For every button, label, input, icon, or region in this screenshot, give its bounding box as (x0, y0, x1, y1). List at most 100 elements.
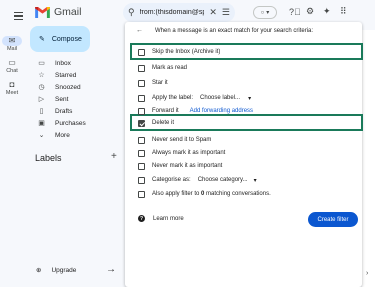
also-apply-checkbox[interactable] (138, 190, 145, 198)
option-skip-inbox[interactable]: Skip the Inbox (Archive it) (138, 47, 220, 57)
matching-count: 0 (201, 191, 205, 197)
back-arrow-icon[interactable]: ← (136, 27, 143, 34)
option-label: Also apply filter to 0 matching conversa… (152, 191, 271, 197)
category-select[interactable]: Choose category... ▾ (198, 177, 257, 184)
rail-item-chat[interactable]: ▭ Chat (0, 58, 24, 74)
help-icon[interactable]: ?⃝ (289, 7, 301, 17)
learn-more-link[interactable]: Learn more (153, 216, 184, 222)
dropdown-arrow-icon: ▾ (253, 177, 257, 184)
app-name: Gmail (54, 6, 82, 18)
clear-search-icon[interactable]: ✕ (209, 7, 217, 18)
filter-panel-header: ← When a message is an exact match for y… (136, 27, 313, 34)
option-categorise[interactable]: Categorise as: Choose category... ▾ (138, 175, 257, 185)
draft-icon: ▯ (39, 108, 44, 115)
menu-line (13, 19, 23, 21)
gemini-sparkle-icon[interactable]: ✦ (323, 6, 331, 17)
option-label: Apply the label: (152, 95, 194, 101)
help-circle-icon: ? (138, 215, 145, 222)
option-label: Mark as read (152, 65, 188, 71)
categorise-checkbox[interactable] (138, 176, 145, 184)
inbox-icon: ▭ (38, 60, 45, 67)
nav-item-starred[interactable]: ☆ Starred (38, 69, 76, 81)
mail-icon: ✉ (2, 36, 22, 46)
compose-button[interactable]: ✎ Compose (30, 26, 90, 52)
nav-item-more[interactable]: ⌄ More (38, 129, 70, 141)
rail-item-meet[interactable]: ◘ Meet (0, 80, 24, 96)
option-label: Always mark it as important (152, 150, 226, 156)
delete-checkbox[interactable] (138, 119, 145, 127)
always-important-checkbox[interactable] (138, 149, 145, 157)
clock-icon: ◷ (38, 84, 45, 91)
star-checkbox[interactable] (138, 79, 145, 87)
chevron-down-icon: ▾ (266, 10, 270, 16)
option-mark-read[interactable]: Mark as read (138, 63, 187, 73)
nav-label: Sent (55, 95, 69, 103)
option-apply-label[interactable]: Apply the label: Choose label... ▾ (138, 93, 251, 103)
main-menu-button[interactable] (6, 4, 30, 28)
nav-item-inbox[interactable]: ▭ Inbox (38, 57, 71, 69)
skip-inbox-checkbox[interactable] (138, 48, 145, 56)
category-select-value: Choose category... (197, 177, 248, 183)
option-delete[interactable]: Delete it (138, 118, 174, 128)
menu-line (13, 15, 23, 17)
mark-read-checkbox[interactable] (138, 64, 145, 72)
label-select-value: Choose label... (200, 95, 241, 101)
nav-label: Snoozed (55, 83, 81, 91)
nav-item-snoozed[interactable]: ◷ Snoozed (38, 81, 81, 93)
label-select[interactable]: Choose label... ▾ (200, 95, 251, 102)
search-icon[interactable]: ⚲ (128, 7, 135, 18)
learn-more-row[interactable]: ? Learn more (138, 215, 184, 222)
never-important-checkbox[interactable] (138, 162, 145, 170)
option-forward[interactable]: Forward it Add forwarding address (138, 106, 253, 116)
nav-label: More (55, 131, 70, 139)
also-apply-post: matching conversations. (206, 191, 271, 197)
forward-checkbox[interactable] (138, 107, 145, 115)
nav-label: Inbox (55, 59, 71, 67)
option-star[interactable]: Star it (138, 78, 168, 88)
arrow-right-icon[interactable]: → (106, 264, 116, 275)
search-bar[interactable]: ⚲ from:(thisdomain@span ✕ ☰ (123, 3, 235, 22)
create-filter-button[interactable]: Create filter (308, 212, 358, 227)
dropdown-arrow-icon: ▾ (248, 95, 252, 102)
pencil-icon: ✎ (39, 36, 45, 43)
apply-label-checkbox[interactable] (138, 94, 145, 102)
rail-label: Chat (6, 68, 18, 74)
chevron-down-icon: ⌄ (38, 132, 45, 139)
search-input[interactable]: from:(thisdomain@span (140, 9, 205, 16)
nav-item-drafts[interactable]: ▯ Drafts (38, 105, 73, 117)
option-label: Never mark it as important (152, 163, 223, 169)
meet-icon: ◘ (9, 80, 15, 89)
search-options-icon[interactable]: ☰ (222, 7, 230, 18)
add-label-icon[interactable]: + (111, 151, 117, 162)
nav-label: Drafts (55, 107, 73, 115)
option-label: Delete it (152, 120, 175, 126)
option-label: Forward it (152, 108, 179, 114)
send-icon: ▷ (38, 96, 45, 103)
chat-icon: ▭ (8, 58, 16, 67)
status-circle-icon: ○ (260, 9, 265, 16)
option-always-important[interactable]: Always mark it as important (138, 148, 225, 158)
compose-label: Compose (51, 35, 82, 43)
upgrade-button[interactable]: ⊕ Upgrade (36, 266, 76, 275)
nav-item-purchases[interactable]: ▣ Purchases (38, 117, 86, 129)
option-never-spam[interactable]: Never send it to Spam (138, 135, 211, 145)
chevron-right-icon[interactable]: › (366, 270, 368, 277)
add-forwarding-address-link[interactable]: Add forwarding address (190, 108, 253, 114)
upgrade-icon: ⊕ (36, 267, 42, 274)
option-label: Never send it to Spam (152, 137, 212, 143)
never-spam-checkbox[interactable] (138, 136, 145, 144)
nav-item-sent[interactable]: ▷ Sent (38, 93, 69, 105)
settings-gear-icon[interactable]: ⚙ (306, 6, 314, 17)
option-also-apply[interactable]: Also apply filter to 0 matching conversa… (138, 189, 271, 199)
side-panel-edge (362, 30, 375, 287)
gmail-logo[interactable]: Gmail (35, 6, 81, 18)
filter-header-text: When a message is an exact match for you… (155, 27, 314, 34)
option-label: Skip the Inbox (Archive it) (152, 49, 221, 55)
option-never-important[interactable]: Never mark it as important (138, 161, 222, 171)
apps-grid-icon[interactable]: ⠿ (340, 6, 347, 17)
nav-label: Starred (55, 71, 77, 79)
status-selector[interactable]: ○ ▾ (253, 6, 277, 19)
also-apply-pre: Also apply filter to (152, 191, 200, 197)
labels-heading: Labels (35, 153, 62, 163)
rail-item-mail[interactable]: ✉ Mail (0, 36, 24, 52)
